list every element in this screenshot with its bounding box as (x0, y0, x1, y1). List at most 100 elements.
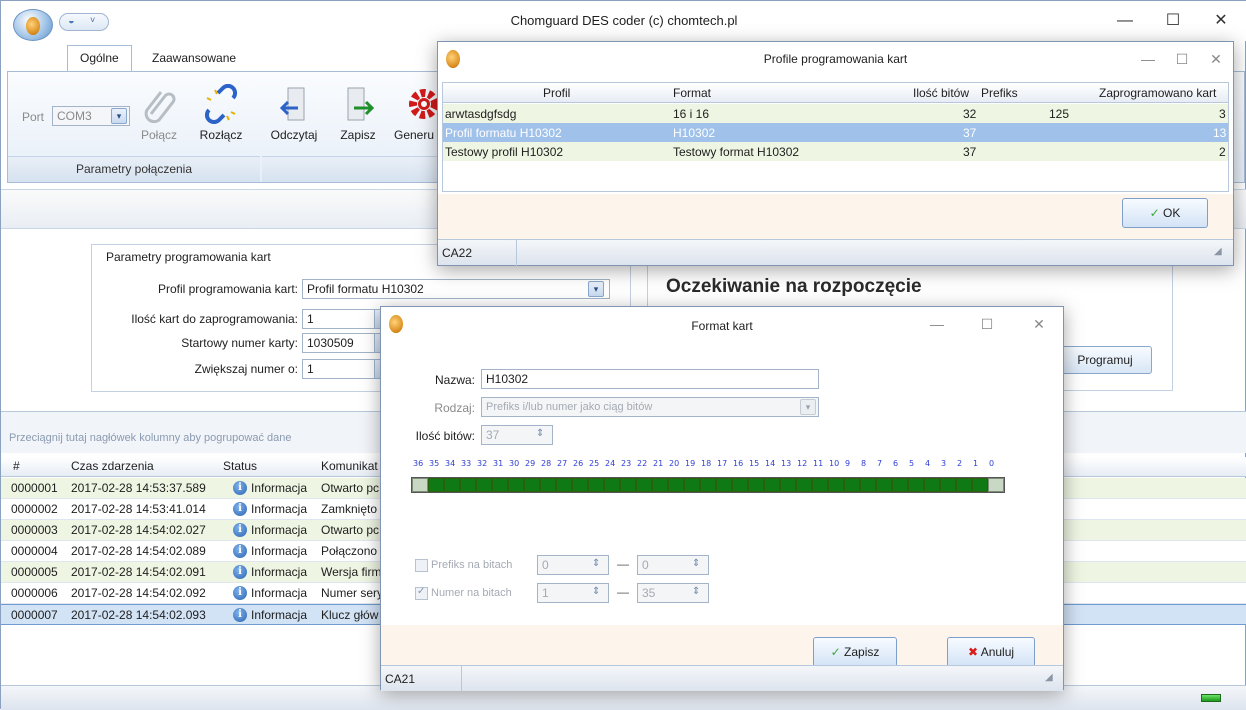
bit-cell[interactable] (988, 478, 1004, 492)
bit-index-label: 19 (685, 459, 696, 468)
number-checkbox[interactable]: ✓ (415, 586, 428, 600)
cancel-button[interactable]: ✖ Anuluj (947, 637, 1035, 667)
info-icon: i (233, 608, 247, 622)
tab-advanced[interactable]: Zaawansowane (139, 45, 249, 72)
bit-cell[interactable] (700, 478, 716, 492)
column-header-message[interactable]: Komunikat (321, 459, 378, 473)
bit-cell[interactable] (428, 478, 444, 492)
bit-cell[interactable] (444, 478, 460, 492)
prefix-from-input[interactable]: 0 ⇕ (537, 555, 609, 575)
bit-cell[interactable] (908, 478, 924, 492)
bit-cell[interactable] (876, 478, 892, 492)
column-header-format[interactable]: Format (673, 86, 711, 100)
bit-index-label: 23 (621, 459, 632, 468)
bit-cell[interactable] (924, 478, 940, 492)
row-id: 0000004 (11, 544, 58, 558)
bits-count-input[interactable]: 37 ⇕ (481, 425, 553, 445)
bit-cell[interactable] (524, 478, 540, 492)
column-header-status[interactable]: Status (223, 459, 257, 473)
save-button[interactable]: Zapisz (334, 84, 382, 142)
table-row[interactable]: arwtasdgfsdg 16 i 16 32 125 3 (443, 104, 1228, 123)
close-button[interactable]: ✕ (1025, 313, 1053, 335)
prefix-to-input[interactable]: 0 ⇕ (637, 555, 709, 575)
read-button[interactable]: Odczytaj (266, 84, 322, 142)
save-format-button[interactable]: ✓ Zapisz (813, 637, 897, 667)
bit-cell[interactable] (412, 478, 428, 492)
maximize-button[interactable]: ☐ (1159, 9, 1187, 33)
bit-cell[interactable] (716, 478, 732, 492)
bit-cell[interactable] (972, 478, 988, 492)
column-header-time[interactable]: Czas zdarzenia (71, 459, 154, 473)
maximize-button[interactable]: ☐ (1168, 48, 1196, 70)
row-id: 0000001 (11, 481, 58, 495)
prefix-checkbox[interactable] (415, 559, 428, 572)
bit-cell[interactable] (780, 478, 796, 492)
bit-cell[interactable] (828, 478, 844, 492)
number-from-input[interactable]: 1 ⇕ (537, 583, 609, 603)
bit-cell[interactable] (460, 478, 476, 492)
bit-cell[interactable] (492, 478, 508, 492)
tab-general[interactable]: Ogólne (67, 45, 132, 72)
spinner-icon: ⇕ (592, 558, 601, 569)
bit-cell[interactable] (540, 478, 556, 492)
bit-cell[interactable] (572, 478, 588, 492)
column-header-programmed[interactable]: Zaprogramowano kart (1099, 86, 1216, 100)
close-button[interactable]: ✕ (1202, 48, 1230, 70)
bit-cell[interactable] (556, 478, 572, 492)
bit-cell[interactable] (940, 478, 956, 492)
bit-index-label: 35 (429, 459, 440, 468)
bit-cell[interactable] (956, 478, 972, 492)
column-header-profile[interactable]: Profil (543, 86, 570, 100)
bit-cell[interactable] (860, 478, 876, 492)
resize-grip-icon[interactable]: ◢ (1214, 246, 1222, 257)
bit-cell[interactable] (652, 478, 668, 492)
bit-cell[interactable] (684, 478, 700, 492)
info-icon: i (233, 523, 247, 537)
bit-cell[interactable] (636, 478, 652, 492)
column-header-prefix[interactable]: Prefiks (981, 86, 1018, 100)
table-row-selected[interactable]: Profil formatu H10302 H10302 37 13 (443, 123, 1228, 142)
minimize-button[interactable]: — (1111, 9, 1139, 33)
bit-cell[interactable] (620, 478, 636, 492)
info-icon: i (233, 502, 247, 516)
connect-button[interactable]: Połącz (134, 84, 184, 142)
close-button[interactable]: ✕ (1207, 9, 1235, 33)
disconnect-button[interactable]: Rozłącz (196, 84, 246, 142)
bit-index-label: 32 (477, 459, 488, 468)
bit-index-label: 15 (749, 459, 760, 468)
column-header-bits[interactable]: Ilość bitów (913, 86, 969, 100)
profile-select[interactable]: Profil formatu H10302 ▾ (302, 279, 610, 299)
cancel-x-icon: ✖ (967, 645, 979, 659)
row-bits: 37 (963, 126, 977, 140)
bit-cell[interactable] (812, 478, 828, 492)
table-row[interactable]: Testowy profil H10302 Testowy format H10… (443, 142, 1228, 161)
bit-cell[interactable] (844, 478, 860, 492)
minimize-button[interactable]: — (1134, 48, 1162, 70)
type-select[interactable]: Prefiks i/lub numer jako ciąg bitów ▾ (481, 397, 819, 417)
bit-cell[interactable] (508, 478, 524, 492)
column-header-id[interactable]: # (13, 459, 20, 473)
bit-cell[interactable] (476, 478, 492, 492)
resize-grip-icon[interactable]: ◢ (1045, 672, 1053, 683)
row-message: Wersja firm (321, 565, 382, 579)
disconnect-label: Rozłącz (199, 128, 243, 142)
bit-cell[interactable] (764, 478, 780, 492)
program-button[interactable]: Programuj (1058, 346, 1152, 374)
type-label: Rodzaj: (434, 401, 475, 415)
bit-cell[interactable] (588, 478, 604, 492)
bit-cell[interactable] (668, 478, 684, 492)
ok-button[interactable]: ✓ OK (1122, 198, 1208, 228)
maximize-button[interactable]: ☐ (973, 313, 1001, 335)
minimize-button[interactable]: — (923, 313, 951, 335)
port-select[interactable]: COM3 ▾ (52, 106, 130, 126)
bit-index-label: 6 (893, 459, 899, 468)
name-input[interactable]: H10302 (481, 369, 819, 389)
bit-cell[interactable] (732, 478, 748, 492)
bit-cell[interactable] (892, 478, 908, 492)
row-message: Zamknięto (321, 502, 378, 516)
number-to-input[interactable]: 35 ⇕ (637, 583, 709, 603)
bit-cell[interactable] (604, 478, 620, 492)
bit-cell[interactable] (796, 478, 812, 492)
bit-cell[interactable] (748, 478, 764, 492)
title-bar: ◒ ˅ Chomguard DES coder (c) chomtech.pl … (1, 1, 1246, 41)
